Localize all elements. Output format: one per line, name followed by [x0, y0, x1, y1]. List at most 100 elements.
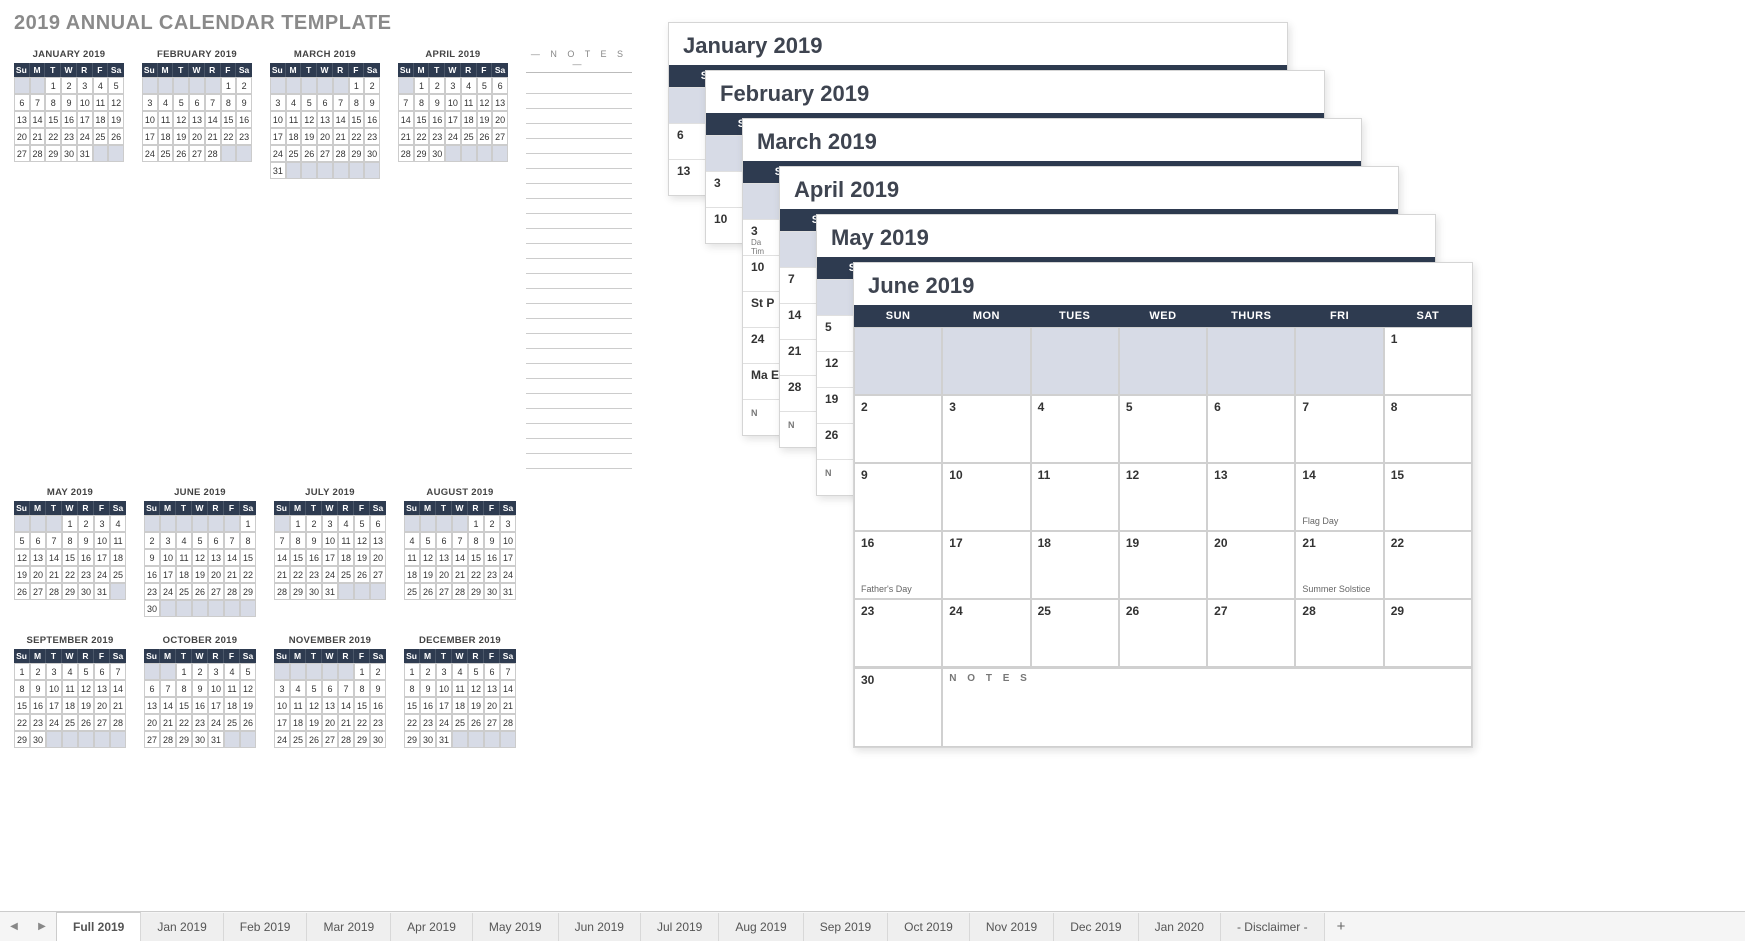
calendar-day-cell[interactable]: [1207, 327, 1295, 395]
sheet-tab[interactable]: Apr 2019: [391, 913, 473, 941]
mini-day-cell: 12: [78, 680, 94, 697]
calendar-day-cell[interactable]: 7: [1295, 395, 1383, 463]
mini-day-cell: 29: [176, 731, 192, 748]
calendar-day-cell[interactable]: [1295, 327, 1383, 395]
notes-line[interactable]: [526, 439, 632, 454]
mini-day-cell: 27: [144, 731, 160, 748]
calendar-day-cell[interactable]: 25: [1031, 599, 1119, 667]
calendar-day-cell[interactable]: 20: [1207, 531, 1295, 599]
sheet-tab[interactable]: Full 2019: [56, 912, 141, 941]
mini-calendar: JUNE 2019SuMTWRFSa1234567891011121314151…: [144, 487, 256, 617]
mini-day-cell: 18: [286, 128, 302, 145]
mini-day-cell: 22: [240, 566, 256, 583]
mini-day-cell: [160, 600, 176, 617]
notes-line[interactable]: [526, 229, 632, 244]
sheet-tab[interactable]: Sep 2019: [804, 913, 888, 941]
sheet-tab[interactable]: Nov 2019: [970, 913, 1054, 941]
calendar-day-cell[interactable]: 8: [1384, 395, 1472, 463]
sheet-tab[interactable]: Oct 2019: [888, 913, 970, 941]
sheet-tab[interactable]: Jun 2019: [559, 913, 641, 941]
mini-day-cell: 23: [61, 128, 77, 145]
notes-line[interactable]: [526, 364, 632, 379]
notes-line[interactable]: [526, 379, 632, 394]
notes-line[interactable]: [526, 139, 632, 154]
notes-line[interactable]: [526, 109, 632, 124]
notes-line[interactable]: [526, 244, 632, 259]
sheet-tab[interactable]: Jul 2019: [641, 913, 719, 941]
calendar-day-cell[interactable]: 10: [942, 463, 1030, 531]
sheet-tab[interactable]: May 2019: [473, 913, 559, 941]
calendar-day-cell[interactable]: 1: [1384, 327, 1472, 395]
notes-line[interactable]: [526, 289, 632, 304]
calendar-day-cell[interactable]: 22: [1384, 531, 1472, 599]
notes-line[interactable]: [526, 454, 632, 469]
mini-day-cell: [14, 77, 30, 94]
notes-line[interactable]: [526, 154, 632, 169]
notes-line[interactable]: [526, 334, 632, 349]
notes-line[interactable]: [526, 199, 632, 214]
notes-line[interactable]: [526, 124, 632, 139]
calendar-day-cell[interactable]: 12: [1119, 463, 1207, 531]
calendar-day-cell[interactable]: 5: [1119, 395, 1207, 463]
calendar-day-cell[interactable]: 14Flag Day: [1295, 463, 1383, 531]
sheet-tab[interactable]: Dec 2019: [1054, 913, 1138, 941]
mini-day-cell: 26: [14, 583, 30, 600]
calendar-day-cell[interactable]: 11: [1031, 463, 1119, 531]
calendar-day-cell[interactable]: [1031, 327, 1119, 395]
calendar-day-cell[interactable]: 18: [1031, 531, 1119, 599]
calendar-day-cell[interactable]: 27: [1207, 599, 1295, 667]
notes-line[interactable]: [526, 409, 632, 424]
mini-day-cell: [436, 515, 452, 532]
notes-line[interactable]: [526, 79, 632, 94]
calendar-day-cell[interactable]: 2: [854, 395, 942, 463]
calendar-day-cell[interactable]: 19: [1119, 531, 1207, 599]
sheet-tab[interactable]: Feb 2019: [224, 913, 308, 941]
mini-calendar-title: JUNE 2019: [144, 487, 256, 498]
notes-line[interactable]: [526, 184, 632, 199]
notes-line[interactable]: [526, 319, 632, 334]
calendar-day-cell[interactable]: 16Father's Day: [854, 531, 942, 599]
sheet-tab[interactable]: - Disclaimer -: [1221, 913, 1325, 941]
month-notes-area[interactable]: N O T E S: [942, 668, 1472, 747]
sheet-tab[interactable]: Mar 2019: [307, 913, 391, 941]
calendar-day-cell[interactable]: 23: [854, 599, 942, 667]
tab-nav-prev-icon[interactable]: ◀: [0, 921, 28, 932]
mini-day-cell: [189, 77, 205, 94]
mini-day-cell: 28: [46, 583, 62, 600]
mini-day-cell: [500, 731, 516, 748]
notes-line[interactable]: [526, 214, 632, 229]
notes-line[interactable]: [526, 304, 632, 319]
sheet-tab[interactable]: Aug 2019: [719, 913, 803, 941]
calendar-day-cell[interactable]: [854, 327, 942, 395]
mini-day-cell: 4: [338, 515, 354, 532]
calendar-day-cell[interactable]: [942, 327, 1030, 395]
calendar-day-cell[interactable]: 9: [854, 463, 942, 531]
calendar-day-cell[interactable]: 13: [1207, 463, 1295, 531]
notes-line[interactable]: [526, 424, 632, 439]
calendar-day-cell[interactable]: 28: [1295, 599, 1383, 667]
tab-nav-next-icon[interactable]: ▶: [28, 921, 56, 932]
mini-day-cell: 2: [192, 663, 208, 680]
notes-line[interactable]: [526, 94, 632, 109]
calendar-day-cell[interactable]: 17: [942, 531, 1030, 599]
notes-line[interactable]: [526, 394, 632, 409]
notes-line[interactable]: [526, 259, 632, 274]
notes-line[interactable]: [526, 274, 632, 289]
calendar-day-cell[interactable]: 24: [942, 599, 1030, 667]
calendar-day-cell[interactable]: 29: [1384, 599, 1472, 667]
sheet-tab[interactable]: Jan 2019: [141, 913, 223, 941]
calendar-day-cell[interactable]: 26: [1119, 599, 1207, 667]
mini-day-cell: 22: [45, 128, 61, 145]
add-sheet-button[interactable]: +: [1325, 914, 1358, 939]
notes-line[interactable]: [526, 349, 632, 364]
mini-day-cell: [468, 731, 484, 748]
calendar-day-cell[interactable]: 3: [942, 395, 1030, 463]
calendar-day-cell[interactable]: 30: [854, 668, 942, 747]
calendar-day-cell[interactable]: 21Summer Solstice: [1295, 531, 1383, 599]
calendar-day-cell[interactable]: [1119, 327, 1207, 395]
notes-line[interactable]: [526, 169, 632, 184]
sheet-tab[interactable]: Jan 2020: [1139, 913, 1221, 941]
calendar-day-cell[interactable]: 6: [1207, 395, 1295, 463]
calendar-day-cell[interactable]: 4: [1031, 395, 1119, 463]
calendar-day-cell[interactable]: 15: [1384, 463, 1472, 531]
